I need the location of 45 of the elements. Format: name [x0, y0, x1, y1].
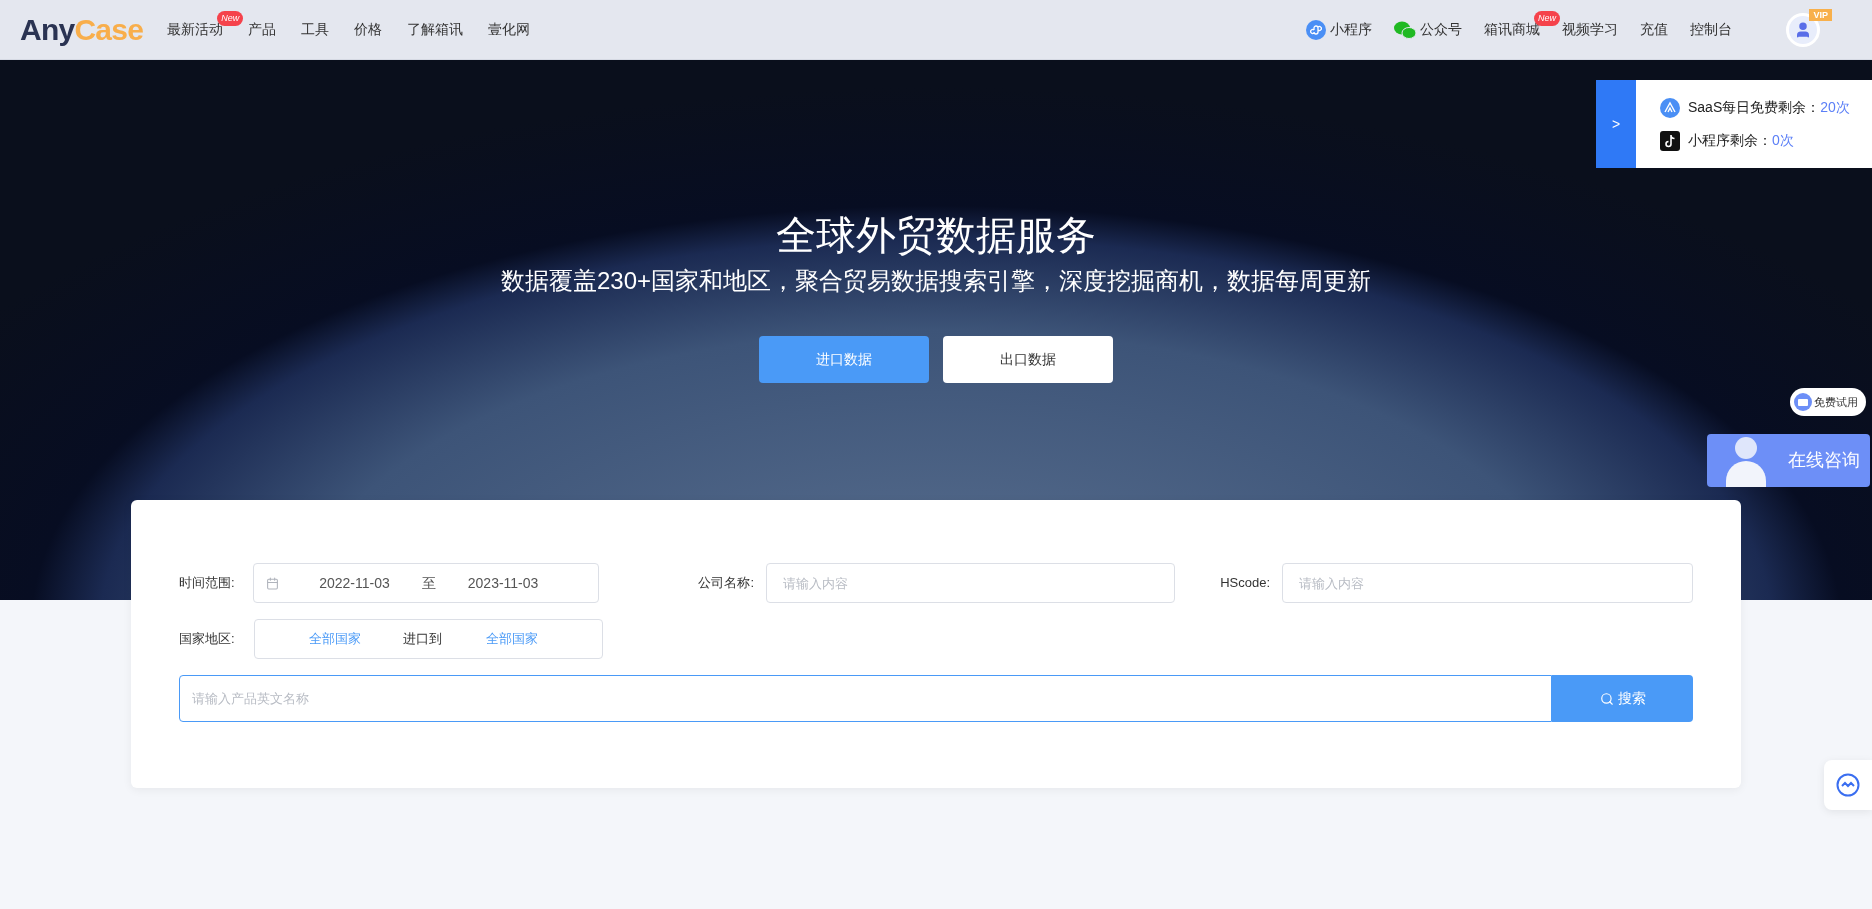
nav-link[interactable]: 了解箱讯 [407, 21, 464, 37]
import-to-text: 进口到 [403, 630, 442, 649]
start-date: 2022-11-03 [319, 573, 390, 593]
nav-link[interactable]: 公众号 [1394, 19, 1462, 40]
link-icon [1306, 19, 1326, 40]
nav-link[interactable]: 价格 [354, 21, 383, 37]
user-icon [1794, 20, 1812, 39]
hero-subtitle: 数据覆盖230+国家和地区，聚合贸易数据搜索引擎，深度挖掘商机，数据每周更新 [500, 266, 1372, 296]
field-label: HScode: [1219, 574, 1272, 593]
range-separator: 至 [421, 573, 436, 593]
end-date: 2023-11-03 [467, 573, 539, 593]
floating-logo-button[interactable] [1824, 760, 1872, 810]
quota-value: 0次 [1772, 131, 1794, 150]
quota-label: 小程序剩余： [1688, 131, 1772, 150]
search-icon [1599, 691, 1614, 706]
chat-bubbles-icon [1394, 19, 1416, 40]
note-logo-icon [1660, 130, 1680, 151]
nav-link[interactable]: 壹化网 [488, 21, 531, 37]
nav-link[interactable]: 工具 [301, 21, 330, 37]
company-name-input[interactable]: 请输入内容 [766, 563, 1175, 603]
nav-link[interactable]: 产品 [248, 21, 277, 37]
vip-badge: VIP [1809, 8, 1832, 21]
field-label: 国家地区: [179, 630, 236, 649]
nav-link[interactable]: 控制台 [1690, 19, 1732, 40]
product-search-input[interactable]: 请输入产品英文名称 [179, 675, 1552, 722]
nav-link[interactable]: 小程序 [1306, 19, 1372, 40]
agent-silhouette [1725, 437, 1767, 487]
site-logo[interactable]: AnyCase [20, 7, 144, 52]
nav-link[interactable]: 充值 [1640, 19, 1668, 40]
circle-logo-icon [1836, 773, 1860, 797]
calendar-icon [266, 576, 280, 590]
new-badge: New [217, 11, 244, 26]
collapse-toggle[interactable]: > [1596, 80, 1636, 168]
date-range-field[interactable]: 2022-11-03 至 2023-11-03 [253, 563, 599, 603]
quota-value: 20次 [1820, 98, 1850, 117]
quota-label: SaaS每日免费剩余： [1688, 98, 1821, 117]
hero-title: 全球外贸数据服务 [776, 212, 1096, 259]
message-icon [1794, 393, 1812, 411]
data-type-tab[interactable]: 出口数据 [943, 336, 1113, 383]
nav-link[interactable]: 视频学习 [1562, 19, 1618, 40]
hscode-input[interactable]: 请输入内容 [1282, 563, 1693, 603]
free-trial-button[interactable]: 免费试用 [1790, 388, 1866, 416]
field-label: 时间范围: [179, 574, 236, 593]
triangle-logo-icon [1660, 97, 1680, 118]
field-label: 公司名称: [697, 574, 755, 593]
